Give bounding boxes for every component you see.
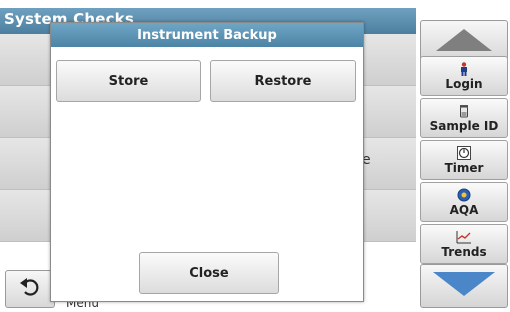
instrument-backup-dialog: Instrument Backup Store Restore Close [50, 22, 364, 302]
dialog-title-bar: Instrument Backup [51, 23, 363, 47]
aqa-label: AQA [449, 202, 479, 217]
person-icon [459, 61, 469, 76]
back-button[interactable] [5, 270, 55, 308]
sample-vial-icon [458, 104, 470, 118]
trend-chart-icon [456, 230, 472, 244]
dialog-title: Instrument Backup [137, 27, 277, 43]
undo-arrow-icon [19, 277, 41, 301]
right-toolbar: Login Sample ID Timer AQA Trends [418, 8, 510, 312]
aqa-button[interactable]: AQA [420, 182, 508, 222]
aqa-globe-icon [457, 188, 471, 202]
timer-button[interactable]: Timer [420, 140, 508, 180]
timer-label: Timer [444, 160, 484, 175]
login-button[interactable]: Login [420, 56, 508, 96]
restore-button[interactable]: Restore [210, 60, 356, 102]
trends-label: Trends [441, 244, 487, 259]
store-button[interactable]: Store [56, 60, 201, 102]
triangle-up-icon [434, 27, 494, 57]
stopwatch-icon [457, 145, 471, 160]
login-label: Login [445, 76, 483, 91]
trends-button[interactable]: Trends [420, 224, 508, 264]
sample-id-button[interactable]: Sample ID [420, 98, 508, 138]
sample-id-label: Sample ID [429, 118, 499, 133]
scroll-down-button[interactable] [420, 264, 508, 308]
triangle-down-icon [431, 270, 497, 302]
close-button[interactable]: Close [139, 252, 279, 294]
